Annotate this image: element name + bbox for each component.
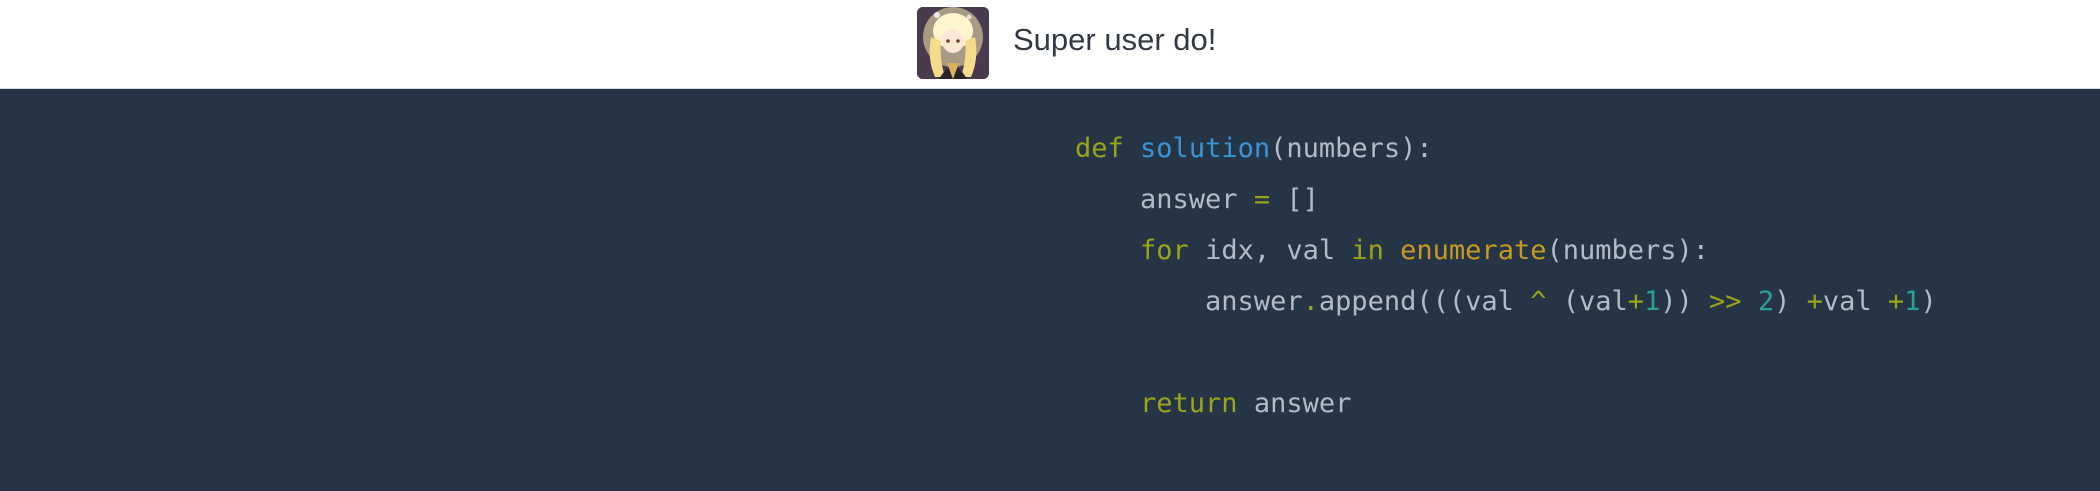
- avatar[interactable]: [917, 7, 989, 79]
- operator-xor: ^: [1530, 286, 1547, 317]
- keyword-def: def: [1075, 133, 1124, 164]
- code-line-3: for idx, val in enumerate(numbers):: [1075, 225, 1937, 276]
- post-header: Super user do!: [0, 0, 2100, 89]
- code-block: def solution(numbers): answer = [] for i…: [0, 89, 2100, 491]
- keyword-return: return: [1140, 388, 1238, 419]
- code-text: ): [1920, 286, 1937, 317]
- operator-plus: +: [1806, 286, 1823, 317]
- code-text: )): [1660, 286, 1710, 317]
- code-content: def solution(numbers): answer = [] for i…: [1075, 123, 1937, 429]
- number-literal: 1: [1904, 286, 1921, 317]
- code-text: (val: [1546, 286, 1628, 317]
- number-literal: 1: [1644, 286, 1661, 317]
- keyword-in: in: [1351, 235, 1384, 266]
- code-text: answer: [1140, 184, 1254, 215]
- operator-dot: .: [1302, 286, 1319, 317]
- operator-assign: =: [1253, 184, 1271, 215]
- builtin-enumerate: enumerate: [1400, 235, 1547, 266]
- code-text: []: [1270, 184, 1319, 215]
- number-literal: 2: [1757, 286, 1775, 317]
- code-text: idx, val: [1188, 235, 1352, 266]
- code-text: val: [1822, 286, 1888, 317]
- code-text: (numbers):: [1546, 235, 1710, 266]
- username[interactable]: Super user do!: [1013, 18, 1216, 62]
- function-name: solution: [1140, 133, 1271, 164]
- code-text: ): [1774, 286, 1807, 317]
- operator-plus: +: [1627, 286, 1644, 317]
- operator-shift: >>: [1709, 286, 1742, 317]
- code-line-1: def solution(numbers):: [1075, 123, 1937, 174]
- code-line-4: answer.append(((val ^ (val+1)) >> 2) +va…: [1075, 276, 1937, 327]
- code-text: append(((val: [1318, 286, 1531, 317]
- code-line-6: return answer: [1075, 378, 1937, 429]
- code-text: (numbers):: [1270, 133, 1433, 164]
- code-text: answer: [1205, 286, 1303, 317]
- code-line-2: answer = []: [1075, 174, 1937, 225]
- anime-avatar-icon: [917, 7, 989, 79]
- code-text: answer: [1237, 388, 1352, 419]
- operator-plus: +: [1887, 286, 1905, 317]
- keyword-for: for: [1140, 235, 1189, 266]
